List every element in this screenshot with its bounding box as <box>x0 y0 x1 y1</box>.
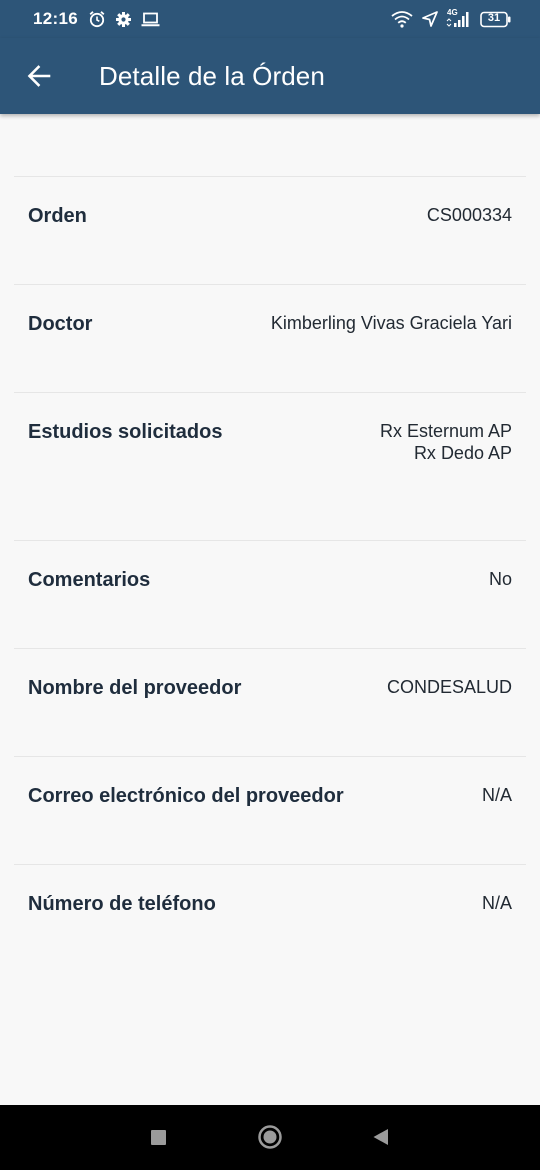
detail-row-doctor: Doctor Kimberling Vivas Graciela Yari <box>14 285 526 393</box>
detail-value-estudios: Rx Esternum AP Rx Dedo AP <box>380 420 512 464</box>
detail-value-line: CONDESALUD <box>386 677 512 697</box>
home-button[interactable] <box>252 1119 288 1155</box>
detail-value-line: No <box>488 569 512 589</box>
detail-row-fecha: Fecha 05/11/2021 <box>14 114 526 177</box>
detail-value-fecha: 05/11/2021 <box>423 114 512 118</box>
detail-value-line: CS000334 <box>426 205 512 225</box>
detail-value-line: Kimberling Vivas Graciela Yari <box>270 313 512 333</box>
signal-4g-icon: 4G <box>446 8 472 28</box>
status-bar: 12:16 4G 31 <box>0 0 540 38</box>
alarm-icon <box>88 10 106 28</box>
detail-value-line: 05/11/2021 <box>423 114 512 118</box>
circle-icon <box>257 1124 283 1150</box>
battery-icon: 31 <box>480 11 512 28</box>
detail-label-estudios: Estudios solicitados <box>28 421 223 443</box>
order-detail-list[interactable]: Fecha 05/11/2021 Orden CS000334 Doctor Kimber… <box>0 114 540 1105</box>
battery-level: 31 <box>487 11 501 24</box>
app-bar: Detalle de la Órden <box>0 38 540 114</box>
detail-row-comentarios: Comentarios No <box>14 541 526 649</box>
settings-gear-icon <box>115 11 132 28</box>
back-button[interactable] <box>0 38 78 114</box>
detail-value-line: N/A <box>481 785 512 805</box>
arrow-left-icon <box>27 65 51 87</box>
detail-label-fecha: Fecha <box>28 114 86 120</box>
detail-value-line: Rx Dedo AP <box>413 443 512 463</box>
system-navigation-bar <box>0 1105 540 1170</box>
status-time: 12:16 <box>33 9 78 28</box>
detail-value-correo: N/A <box>482 784 512 806</box>
detail-value-comentarios: No <box>489 568 512 590</box>
location-arrow-icon <box>422 11 438 27</box>
page-title: Detalle de la Órden <box>99 60 325 91</box>
wifi-icon <box>390 10 414 28</box>
back-nav-button[interactable] <box>362 1119 398 1155</box>
detail-value-telefono: N/A <box>482 892 512 914</box>
detail-value-orden: CS000334 <box>427 204 512 226</box>
recent-apps-button[interactable] <box>140 1119 176 1155</box>
detail-row-correo: Correo electrónico del proveedor N/A <box>14 757 526 865</box>
detail-label-telefono: Número de teléfono <box>28 893 216 915</box>
laptop-icon <box>141 12 160 27</box>
detail-value-line: N/A <box>481 893 512 913</box>
detail-label-proveedor: Nombre del proveedor <box>28 677 242 699</box>
detail-label-doctor: Doctor <box>28 313 93 335</box>
detail-rows: Fecha 05/11/2021 Orden CS000334 Doctor Kimber… <box>0 114 540 973</box>
detail-value-line: Rx Esternum AP <box>379 421 512 441</box>
square-icon <box>150 1129 166 1145</box>
detail-row-proveedor: Nombre del proveedor CONDESALUD <box>14 649 526 757</box>
detail-row-estudios: Estudios solicitados Rx Esternum AP Rx Ded… <box>14 393 526 541</box>
detail-row-orden: Orden CS000334 <box>14 177 526 285</box>
triangle-back-icon <box>372 1128 389 1146</box>
detail-row-telefono: Número de teléfono N/A <box>14 865 526 973</box>
detail-label-comentarios: Comentarios <box>28 569 151 591</box>
detail-value-doctor: Kimberling Vivas Graciela Yari <box>271 312 512 334</box>
detail-label-orden: Orden <box>28 205 87 227</box>
detail-label-correo: Correo electrónico del proveedor <box>28 785 344 807</box>
detail-value-proveedor: CONDESALUD <box>387 676 512 698</box>
